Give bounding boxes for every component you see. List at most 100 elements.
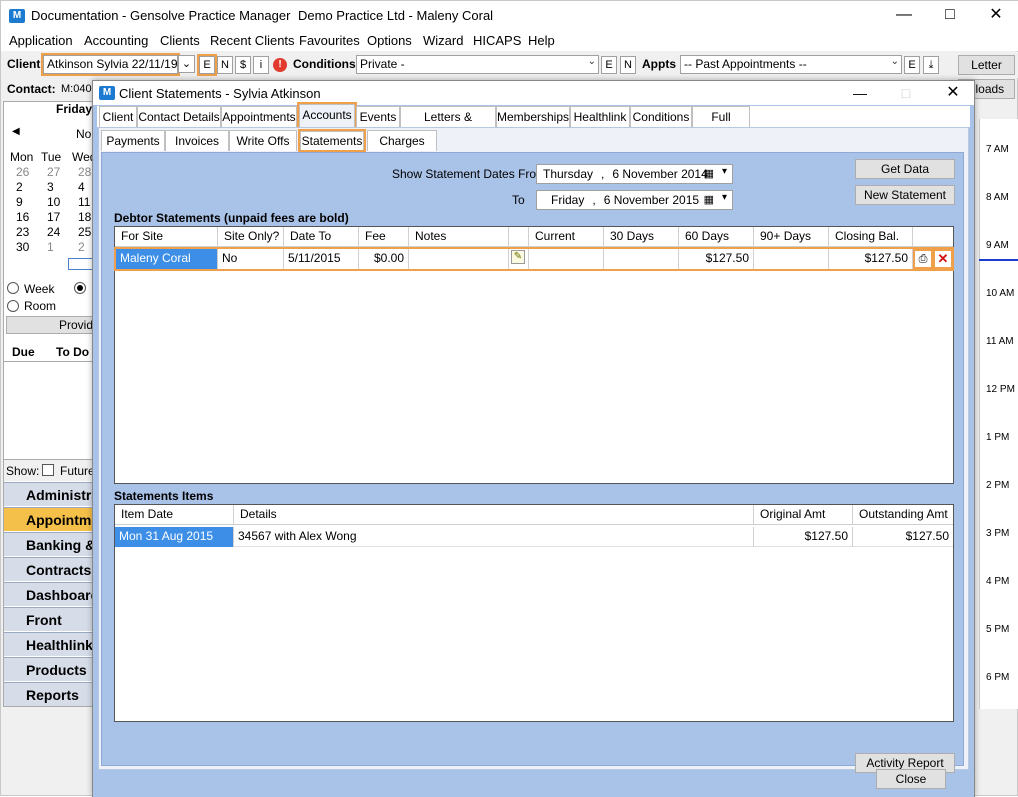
calendar-day[interactable]: 11 [78,195,90,209]
menu-clients[interactable]: Clients [160,33,200,48]
col-site-only[interactable]: Site Only? [218,227,284,247]
pencil-icon[interactable]: ✎ [511,250,525,264]
tab-memberships[interactable]: Memberships [496,106,570,127]
close-icon[interactable]: ✕ [981,5,1011,25]
download-icon[interactable]: ⤓ [923,56,939,74]
row-60-days[interactable]: $127.50 [679,249,754,269]
row-site[interactable]: Maleny Coral [116,249,218,269]
col-current[interactable]: Current [529,227,604,247]
nav-products[interactable]: Products [4,657,96,681]
delete-icon[interactable]: ✕ [933,249,953,269]
client-notes-button[interactable]: N [217,56,233,74]
appts-edit-button[interactable]: E [904,56,920,74]
nav-healthlink[interactable]: Healthlink [4,632,96,656]
menu-recent-clients[interactable]: Recent Clients [210,33,295,48]
calendar-day[interactable]: 4 [78,180,85,194]
col-original-amt[interactable]: Original Amt [754,505,853,525]
row-30-days[interactable] [604,249,679,269]
new-statement-button[interactable]: New Statement [855,185,955,205]
item-original[interactable]: $127.50 [754,527,853,547]
conditions-select[interactable]: Private - ⌄ [356,55,599,74]
col-notes[interactable]: Notes [409,227,509,247]
col-60-days[interactable]: 60 Days [679,227,754,247]
table-row[interactable]: Mon 31 Aug 2015 34567 with Alex Wong $12… [115,527,953,547]
week-radio[interactable] [7,282,19,294]
col-closing-bal[interactable]: Closing Bal. [829,227,913,247]
row-edit-cell[interactable]: ✎ [509,249,529,269]
date-to-picker[interactable]: Friday, 6 November 2015 ▦ ▾ [536,190,733,210]
row-current[interactable] [529,249,604,269]
menu-hicaps[interactable]: HICAPS [473,33,521,48]
calendar-day[interactable]: 2 [78,240,85,254]
tab-appointments[interactable]: Appointments [221,106,297,127]
maximize-icon[interactable]: □ [935,5,965,25]
dialog-minimize-icon[interactable]: — [845,83,875,103]
table-row[interactable]: Maleny Coral No 5/11/2015 $0.00 ✎ $127.5… [114,247,954,271]
nav-administra[interactable]: Administra [4,482,99,506]
subtab-charges[interactable]: Charges [367,130,437,151]
menu-application[interactable]: Application [9,33,73,48]
letter-button[interactable]: Letter [958,55,1015,75]
menu-help[interactable]: Help [528,33,555,48]
calendar-day[interactable]: 3 [47,180,54,194]
calendar-day[interactable]: 18 [78,210,91,224]
dialog-close-icon[interactable]: ✕ [938,83,968,103]
calendar-day[interactable]: 17 [47,210,60,224]
client-dropdown-chevron-icon[interactable]: ⌄ [178,55,195,73]
calendar-day[interactable]: 28 [78,165,91,179]
close-button[interactable]: Close [876,769,946,789]
calendar-day[interactable]: 23 [16,225,29,239]
nav-banking[interactable]: Banking & [4,532,96,556]
tab-conditions[interactable]: Conditions [630,106,692,127]
item-date[interactable]: Mon 31 Aug 2015 [115,527,234,547]
row-notes[interactable] [409,249,509,269]
calendar-day[interactable]: 27 [47,165,60,179]
col-90-days[interactable]: 90+ Days [754,227,829,247]
nav-contracts[interactable]: Contracts [4,557,96,581]
calendar-day[interactable]: 25 [78,225,91,239]
client-edit-button[interactable]: E [197,54,217,76]
col-30-days[interactable]: 30 Days [604,227,679,247]
tab-healthlink[interactable]: Healthlink [570,106,630,127]
tab-client[interactable]: Client [99,106,137,127]
row-closing[interactable]: $127.50 [829,249,913,269]
conditions-new-button[interactable]: N [620,56,636,74]
row-fee[interactable]: $0.00 [359,249,409,269]
subtab-statements[interactable]: Statements [298,129,366,152]
menu-accounting[interactable]: Accounting [84,33,148,48]
calendar-day[interactable]: 1 [47,240,54,254]
future-checkbox[interactable] [42,464,54,476]
nav-reports[interactable]: Reports [4,682,96,706]
chevron-down-icon[interactable]: ▾ [722,166,727,177]
row-90-days[interactable] [754,249,829,269]
row-date-to[interactable]: 5/11/2015 [284,249,359,269]
alert-icon[interactable]: ! [273,58,287,72]
col-details[interactable]: Details [234,505,754,525]
print-statement-icon[interactable]: ⎙ [913,249,933,269]
tab-contact-details[interactable]: Contact Details [137,106,221,127]
subtab-invoices[interactable]: Invoices [165,130,229,151]
menu-wizard[interactable]: Wizard [423,33,463,48]
appts-select[interactable]: -- Past Appointments -- ⌄ [680,55,902,74]
nav-dashboard[interactable]: Dashboard [4,582,99,606]
col-date-to[interactable]: Date To [284,227,359,247]
subtab-payments[interactable]: Payments [101,130,165,151]
item-outstanding[interactable]: $127.50 [853,527,953,547]
col-fee[interactable]: Fee [359,227,409,247]
calendar-day[interactable]: 9 [16,195,23,209]
menu-options[interactable]: Options [367,33,412,48]
calendar-day[interactable]: 16 [16,210,29,224]
tab-letters-uploads[interactable]: Letters & Uploads [400,106,496,144]
nav-front-offic[interactable]: Front Offic [4,607,96,652]
prev-month-icon[interactable]: ◀ [12,126,20,137]
tab-full-history[interactable]: Full History [692,106,750,144]
client-select[interactable]: Atkinson Sylvia 22/11/1959 [41,53,180,76]
room-radio[interactable] [7,300,19,312]
nav-appointme[interactable]: Appointme [4,507,99,531]
calendar-day[interactable]: 30 [16,240,29,254]
calendar-day[interactable]: 2 [16,180,23,194]
row-site-only[interactable]: No [218,249,284,269]
calendar-day[interactable]: 26 [16,165,29,179]
col-item-date[interactable]: Item Date [115,505,234,525]
calendar-icon[interactable]: ▦ [704,167,714,180]
